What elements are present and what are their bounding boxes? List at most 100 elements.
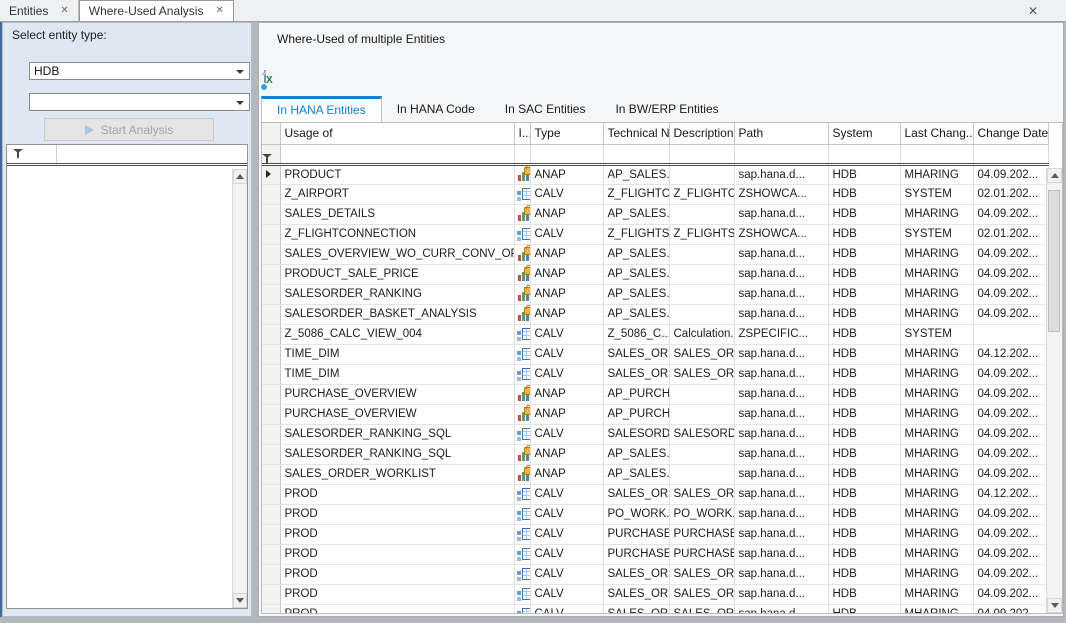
column-header-technical-n[interactable]: Technical N... — [603, 123, 669, 144]
scrollbar-thumb[interactable] — [1048, 190, 1060, 332]
table-row[interactable]: TIME_DIMCALVSALES_OR...SALES_OR...sap.ha… — [262, 344, 1048, 364]
filter-cell-i[interactable] — [514, 144, 530, 164]
filter-row[interactable] — [7, 145, 247, 166]
column-header-system[interactable]: System — [828, 123, 900, 144]
type-cell: CALV — [530, 484, 603, 504]
technical-name-cell: PURCHASE... — [603, 544, 669, 564]
table-row[interactable]: PRODCALVPO_WORK...PO_WORK...sap.hana.d..… — [262, 504, 1048, 524]
row-indicator-cell — [262, 264, 280, 284]
tab-where-used-analysis[interactable]: Where-Used Analysis ✕ — [79, 0, 234, 21]
table-row[interactable]: TIME_DIMCALVSALES_OR...SALES_OR...sap.ha… — [262, 364, 1048, 384]
system-cell: HDB — [828, 424, 900, 444]
filter-cell-technical-n[interactable] — [603, 144, 669, 164]
filter-cell-last-chang[interactable] — [900, 144, 973, 164]
column-header-description[interactable]: Description — [669, 123, 734, 144]
chevron-down-icon[interactable] — [236, 70, 244, 74]
entity-dropdown[interactable] — [29, 93, 250, 111]
entity-list-grid — [6, 144, 248, 609]
sidebar-scrollbar[interactable] — [232, 169, 247, 608]
tab-in-hana-code[interactable]: In HANA Code — [382, 96, 490, 122]
table-row[interactable]: Z_5086_CALC_VIEW_004CALVZ_5086_C...Calcu… — [262, 324, 1048, 344]
column-header-last-chang[interactable]: Last Chang... — [900, 123, 973, 144]
technical-name-cell: SALES_OR... — [603, 584, 669, 604]
export-badge-icon — [260, 83, 268, 91]
path-cell: sap.hana.d... — [734, 424, 828, 444]
tab-entities[interactable]: Entities ✕ — [0, 0, 79, 21]
table-row[interactable]: PRODCALVSALES_OR...SALES_OR...sap.hana.d… — [262, 604, 1048, 614]
tab-in-bw-erp-entities[interactable]: In BW/ERP Entities — [600, 96, 733, 122]
filter-cell-usage-of[interactable] — [280, 144, 514, 164]
path-cell: ZSHOWCA... — [734, 184, 828, 204]
entity-icon-cell — [514, 544, 530, 564]
anap-icon — [517, 287, 531, 302]
usage-of-cell: PURCHASE_OVERVIEW — [280, 384, 514, 404]
column-header-path[interactable]: Path — [734, 123, 828, 144]
column-header-usage-of[interactable]: Usage of — [280, 123, 514, 144]
scroll-up-button[interactable] — [1047, 168, 1062, 183]
table-row[interactable]: PRODCALVSALES_OR...SALES_OR...sap.hana.d… — [262, 484, 1048, 504]
path-cell: sap.hana.d... — [734, 524, 828, 544]
change-date-cell: 04.12.202... — [973, 484, 1048, 504]
start-analysis-button[interactable]: Start Analysis — [44, 118, 214, 141]
path-cell: sap.hana.d... — [734, 384, 828, 404]
table-row[interactable]: Z_FLIGHTCONNECTIONCALVZ_FLIGHTSZ_FLIGHTS… — [262, 224, 1048, 244]
filter-cell-path[interactable] — [734, 144, 828, 164]
entity-type-dropdown[interactable]: HDB — [29, 62, 250, 80]
filter-cell-system[interactable] — [828, 144, 900, 164]
column-header-change-date[interactable]: Change Date — [973, 123, 1048, 144]
technical-name-cell: AP_SALES... — [603, 284, 669, 304]
usage-of-cell: PROD — [280, 544, 514, 564]
type-cell: ANAP — [530, 264, 603, 284]
filter-cell-type[interactable] — [530, 144, 603, 164]
system-cell: HDB — [828, 584, 900, 604]
panel-title: Select entity type: — [12, 28, 107, 42]
tab-in-sac-entities[interactable]: In SAC Entities — [490, 96, 601, 122]
table-row[interactable]: PURCHASE_OVERVIEWANAPAP_PURCH...sap.hana… — [262, 384, 1048, 404]
type-cell: CALV — [530, 604, 603, 614]
table-row[interactable]: SALESORDER_RANKINGANAPAP_SALES...sap.han… — [262, 284, 1048, 304]
table-row[interactable]: SALES_DETAILSANAPAP_SALES...sap.hana.d..… — [262, 204, 1048, 224]
chevron-down-icon[interactable] — [236, 101, 244, 105]
scroll-down-button[interactable] — [1047, 598, 1062, 613]
table-row[interactable]: Z_AIRPORTCALVZ_FLIGHTC...Z_FLIGHTC...ZSH… — [262, 184, 1048, 204]
table-row[interactable]: PURCHASE_OVERVIEWANAPAP_PURCH...sap.hana… — [262, 404, 1048, 424]
tab-in-hana-entities[interactable]: In HANA Entities — [261, 96, 382, 122]
export-to-excel-button[interactable]: X — [264, 71, 288, 95]
change-date-cell: 04.09.202... — [973, 604, 1048, 614]
table-row[interactable]: PRODCALVPURCHASE...PURCHASE...sap.hana.d… — [262, 544, 1048, 564]
path-cell: sap.hana.d... — [734, 444, 828, 464]
filter-cell[interactable] — [57, 145, 247, 163]
change-date-cell: 04.09.202... — [973, 444, 1048, 464]
scroll-up-button[interactable] — [233, 169, 247, 184]
table-row[interactable]: PRODUCTANAPAP_SALES...sap.hana.d...HDBMH… — [262, 164, 1048, 184]
table-row[interactable]: PRODCALVSALES_OR...SALES_OR...sap.hana.d… — [262, 564, 1048, 584]
scroll-down-button[interactable] — [233, 593, 247, 608]
window-close-icon[interactable]: ✕ — [1028, 4, 1038, 18]
type-cell: ANAP — [530, 464, 603, 484]
table-row[interactable]: SALESORDER_RANKING_SQLANAPAP_SALES...sap… — [262, 444, 1048, 464]
change-date-cell: 04.09.202... — [973, 284, 1048, 304]
document-tab-strip: Entities ✕ Where-Used Analysis ✕ — [0, 0, 1066, 22]
close-icon[interactable]: ✕ — [215, 6, 223, 16]
filter-cell-description[interactable] — [669, 144, 734, 164]
table-row[interactable]: PRODUCT_SALE_PRICEANAPAP_SALES...sap.han… — [262, 264, 1048, 284]
close-icon[interactable]: ✕ — [60, 6, 68, 16]
type-cell: CALV — [530, 364, 603, 384]
system-cell: HDB — [828, 284, 900, 304]
path-cell: sap.hana.d... — [734, 564, 828, 584]
description-cell: PURCHASE... — [669, 544, 734, 564]
table-row[interactable]: PRODCALVPURCHASE...PURCHASE...sap.hana.d… — [262, 524, 1048, 544]
table-row[interactable]: SALESORDER_BASKET_ANALYSISANAPAP_SALES..… — [262, 304, 1048, 324]
table-row[interactable]: SALES_OVERVIEW_WO_CURR_CONV_OPTANAPAP_SA… — [262, 244, 1048, 264]
entity-icon-cell — [514, 504, 530, 524]
anap-icon — [517, 447, 531, 462]
last-changed-cell: SYSTEM — [900, 324, 973, 344]
table-row[interactable]: PRODCALVSALES_OR...SALES_OR...sap.hana.d… — [262, 584, 1048, 604]
filter-cell-change-date[interactable] — [973, 144, 1048, 164]
column-header-i[interactable]: I... — [514, 123, 530, 144]
table-row[interactable]: SALESORDER_RANKING_SQLCALVSALESORD...SAL… — [262, 424, 1048, 444]
table-row[interactable]: SALES_ORDER_WORKLISTANAPAP_SALES...sap.h… — [262, 464, 1048, 484]
grid-scrollbar[interactable] — [1046, 168, 1062, 613]
usage-of-cell: PRODUCT — [280, 164, 514, 184]
column-header-type[interactable]: Type — [530, 123, 603, 144]
